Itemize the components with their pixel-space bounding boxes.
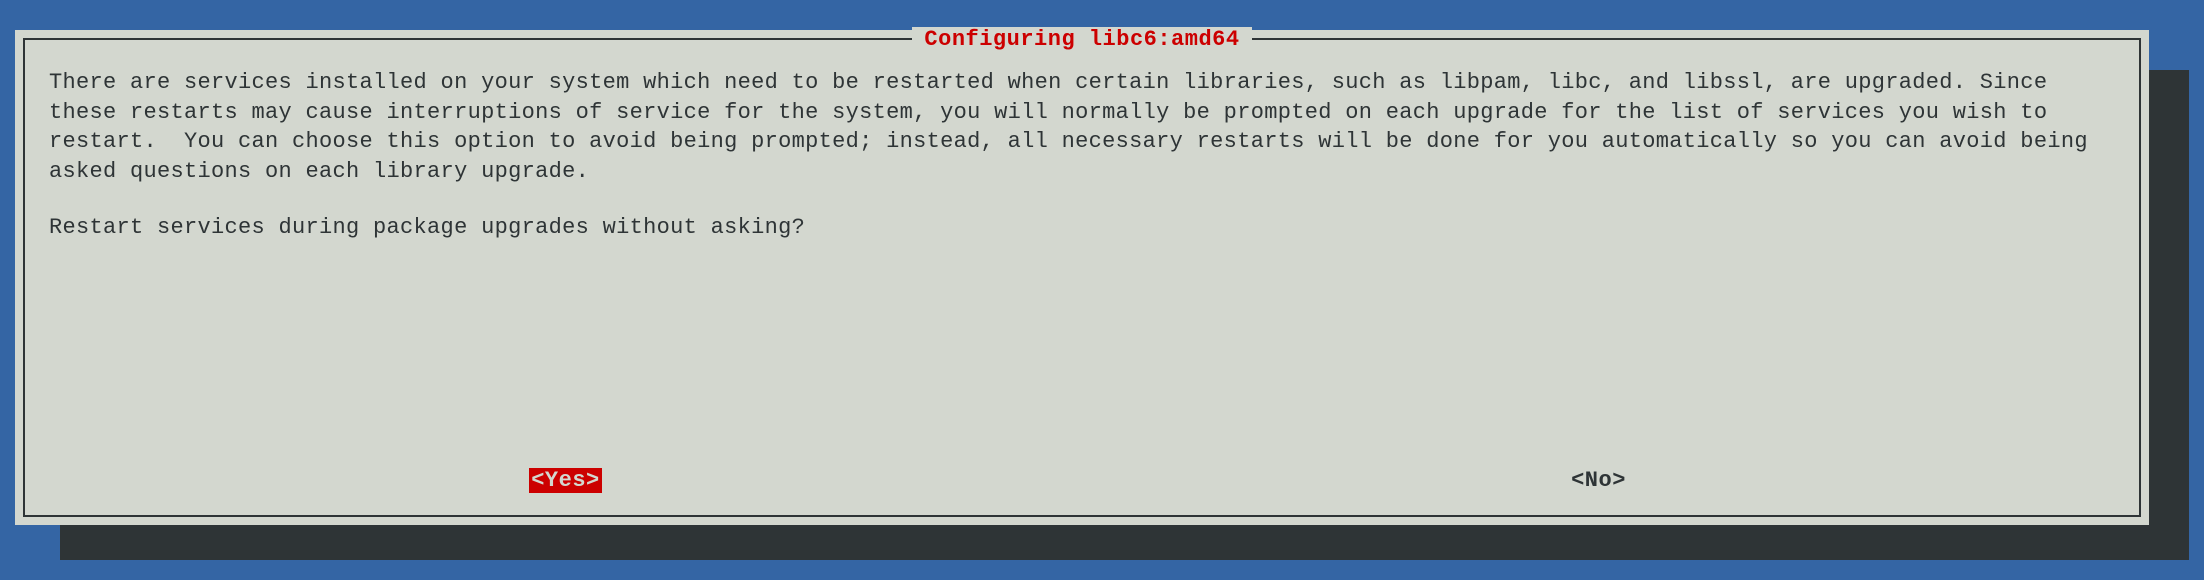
dialog-frame: Configuring libc6:amd64 There are servic… bbox=[23, 38, 2141, 517]
yes-button[interactable]: <Yes> bbox=[529, 468, 602, 493]
dialog-box: Configuring libc6:amd64 There are servic… bbox=[15, 30, 2149, 525]
dialog-title: Configuring libc6:amd64 bbox=[912, 27, 1251, 52]
yes-button-slot: <Yes> bbox=[49, 468, 1082, 493]
dialog-body-text: There are services installed on your sys… bbox=[49, 68, 2115, 187]
dialog-title-wrap: Configuring libc6:amd64 bbox=[25, 27, 2139, 52]
dialog-button-row: <Yes> <No> bbox=[49, 468, 2115, 497]
dialog-content: There are services installed on your sys… bbox=[25, 40, 2139, 515]
no-button[interactable]: <No> bbox=[1569, 468, 1628, 493]
dialog-question: Restart services during package upgrades… bbox=[49, 213, 2115, 243]
no-button-slot: <No> bbox=[1082, 468, 2115, 493]
